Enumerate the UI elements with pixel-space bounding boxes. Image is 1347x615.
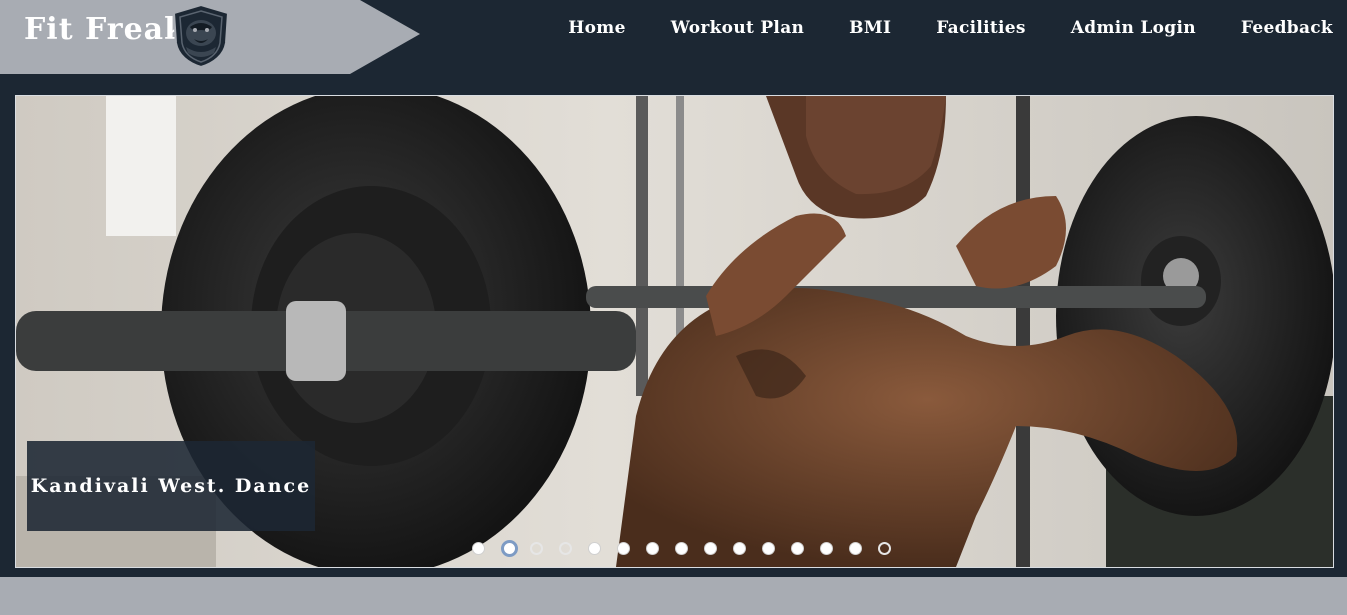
slide-caption-text: Kandivali West. Dance <box>30 475 312 497</box>
slider-indicators <box>472 540 907 557</box>
nav-facilities-link[interactable]: Facilities <box>936 18 1026 38</box>
slider-dot[interactable] <box>646 542 659 555</box>
slider-dot[interactable] <box>559 542 572 555</box>
gorilla-shield-logo-icon <box>172 3 230 69</box>
site-header: Fit Freak Home Workout Plan BMI Faciliti… <box>0 0 1347 95</box>
slider-dot[interactable] <box>675 542 688 555</box>
slide-caption: Kandivali West. Dance <box>27 441 315 531</box>
slider-dot[interactable] <box>733 542 746 555</box>
slider-dot[interactable] <box>704 542 717 555</box>
slider-dot[interactable] <box>530 542 543 555</box>
slider-dot[interactable] <box>791 542 804 555</box>
slider-dot[interactable] <box>588 542 601 555</box>
nav-workout-plan-link[interactable]: Workout Plan <box>671 18 804 38</box>
hero-slider[interactable]: Kandivali West. Dance <box>15 95 1334 568</box>
slider-dot[interactable] <box>762 542 775 555</box>
nav-home-link[interactable]: Home <box>568 18 625 38</box>
slider-dot[interactable] <box>849 542 862 555</box>
slider-dot[interactable] <box>501 540 518 557</box>
nav-admin-login-link[interactable]: Admin Login <box>1071 18 1196 38</box>
main-nav: Home Workout Plan BMI Facilities Admin L… <box>523 18 1333 38</box>
slider-dot[interactable] <box>820 542 833 555</box>
slider-dot[interactable] <box>878 542 891 555</box>
nav-feedback-link[interactable]: Feedback <box>1241 18 1333 38</box>
brand-banner[interactable]: Fit Freak <box>0 0 420 74</box>
brand-title: Fit Freak <box>24 12 186 47</box>
nav-bmi-link[interactable]: BMI <box>849 18 891 38</box>
footer-strip <box>0 577 1347 615</box>
slider-dot[interactable] <box>617 542 630 555</box>
slider-dot[interactable] <box>472 542 485 555</box>
